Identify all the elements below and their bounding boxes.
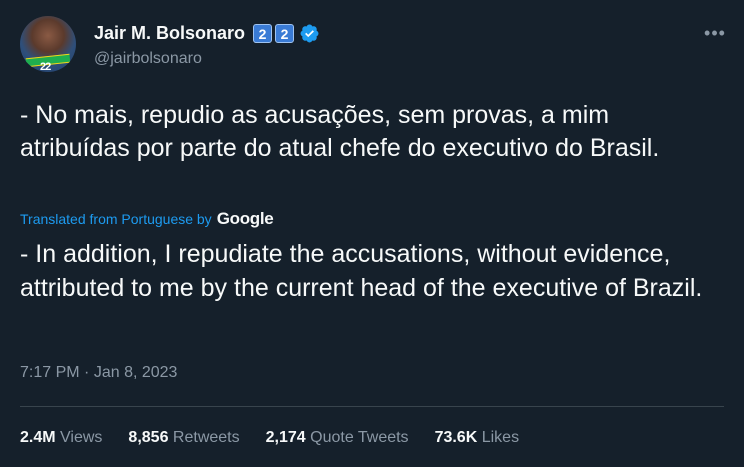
tweet-date[interactable]: Jan 8, 2023 xyxy=(94,364,178,381)
views-count: 2.4M xyxy=(20,429,56,446)
translated-tweet-text: - In addition, I repudiate the accusatio… xyxy=(20,240,703,302)
retweets-count: 8,856 xyxy=(128,429,169,446)
author-display-name[interactable]: Jair M. Bolsonaro xyxy=(94,23,245,44)
likes-stat[interactable]: 73.6K Likes xyxy=(435,429,520,447)
views-label: Views xyxy=(60,429,103,446)
timestamp-separator: · xyxy=(84,364,90,381)
likes-label: Likes xyxy=(481,429,520,446)
verified-badge-icon[interactable] xyxy=(299,23,320,44)
retweets-stat[interactable]: 8,856 Retweets xyxy=(128,429,239,447)
google-logo: Google xyxy=(216,209,274,228)
translation-attribution: Translated from Portuguese by Google xyxy=(20,208,274,230)
likes-count: 73.6K xyxy=(434,429,478,446)
number-badge-1: 2 xyxy=(253,23,273,43)
avatar-number: 22 xyxy=(40,61,51,72)
more-options-icon[interactable]: ••• xyxy=(703,24,727,42)
number-badge-2: 2 xyxy=(275,23,295,43)
stats-divider xyxy=(20,406,724,407)
translated-from-link[interactable]: Translated from Portuguese by xyxy=(20,211,212,227)
quote-tweets-stat[interactable]: 2,174 Quote Tweets xyxy=(266,429,409,447)
quote-tweets-count: 2,174 xyxy=(265,429,306,446)
tweet-timestamp: 7:17 PM · Jan 8, 2023 xyxy=(20,364,177,382)
quote-tweets-label: Quote Tweets xyxy=(310,429,409,446)
views-stat[interactable]: 2.4M Views xyxy=(20,429,102,447)
tweet-text: - No mais, repudio as acusações, sem pro… xyxy=(20,101,660,162)
tweet-time[interactable]: 7:17 PM xyxy=(20,364,80,381)
retweets-label: Retweets xyxy=(172,429,240,446)
author-name-row: Jair M. Bolsonaro 2 2 xyxy=(94,22,320,44)
avatar[interactable]: 22 xyxy=(20,16,76,72)
author-handle[interactable]: @jairbolsonaro xyxy=(94,50,202,68)
tweet-stats: 2.4M Views 8,856 Retweets 2,174 Quote Tw… xyxy=(20,429,545,447)
